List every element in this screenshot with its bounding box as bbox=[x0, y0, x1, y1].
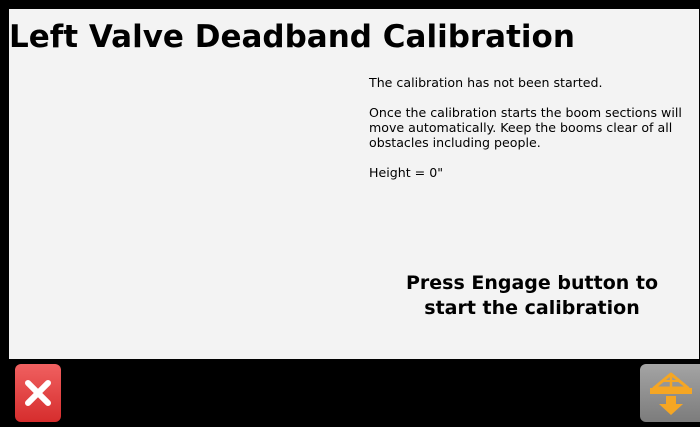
cancel-button[interactable] bbox=[15, 364, 61, 422]
engage-button[interactable] bbox=[640, 364, 700, 422]
calibration-status-text: The calibration has not been started. bbox=[369, 75, 603, 90]
info-text-block: The calibration has not been started. On… bbox=[369, 75, 697, 195]
close-icon bbox=[25, 380, 51, 406]
calibration-screen: Left Valve Deadband Calibration The cali… bbox=[0, 0, 700, 427]
content-panel: Left Valve Deadband Calibration The cali… bbox=[9, 9, 699, 359]
safety-warning-text: Once the calibration starts the boom sec… bbox=[369, 105, 682, 150]
bottom-toolbar bbox=[0, 359, 700, 427]
page-title: Left Valve Deadband Calibration bbox=[9, 19, 575, 55]
height-readout: Height = 0" bbox=[369, 165, 443, 180]
boom-lower-icon bbox=[650, 372, 692, 415]
engage-prompt-line-2: start the calibration bbox=[424, 297, 640, 319]
engage-prompt-line-1: Press Engage button to bbox=[405, 272, 659, 294]
engage-prompt: Press Engage button to start the calibra… bbox=[369, 271, 695, 321]
